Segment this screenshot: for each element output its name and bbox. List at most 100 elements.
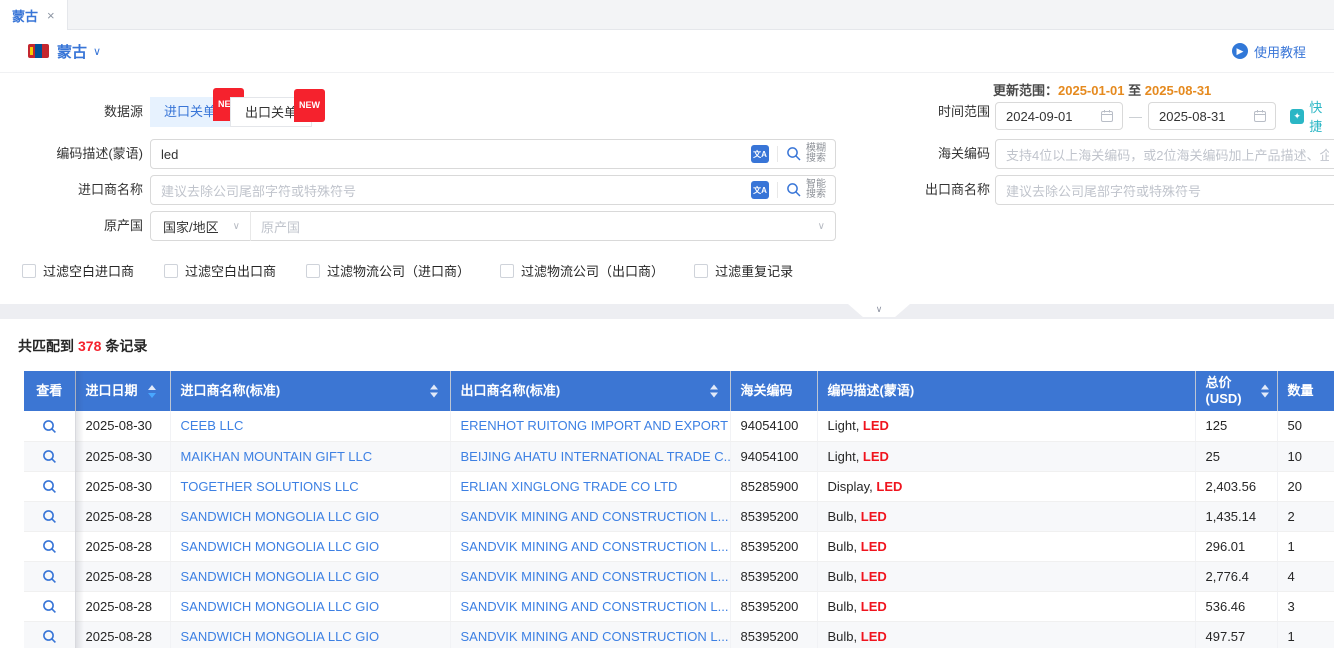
importer-link[interactable]: SANDWICH MONGOLIA LLC GIO [181,599,380,614]
sort-icon-exporter[interactable] [710,385,718,398]
smart-search-button[interactable]: 智能搜索 [786,180,835,201]
col-price[interactable]: 总价 (USD) [1195,371,1277,411]
importer-link[interactable]: SANDWICH MONGOLIA LLC GIO [181,509,380,524]
view-record-button[interactable] [42,569,57,584]
hs-code-label: 海关编码 [856,139,990,169]
cell-hs-code: 94054100 [730,441,817,471]
code-desc-input[interactable]: led 文A 模糊搜索 [150,139,836,169]
col-exporter[interactable]: 出口商名称(标准) [450,371,730,411]
translate-icon[interactable]: 文A [751,181,769,199]
country-selector-label[interactable]: 蒙古 [57,41,87,62]
quick-select-button[interactable]: ✦ 快捷 [1290,97,1334,135]
exporter-link[interactable]: SANDVIK MINING AND CONSTRUCTION L... [461,509,729,524]
checkbox[interactable] [694,264,708,278]
filter-checkbox[interactable]: 过滤空白进口商 [22,261,134,280]
col-view: 查看 [24,371,75,411]
filter-panel: 更新范围：2025-01-01 至 2025-08-31 数据源 进口关单 NE… [0,73,1334,304]
exporter-link[interactable]: SANDVIK MINING AND CONSTRUCTION L... [461,569,729,584]
checkbox[interactable] [500,264,514,278]
importer-input[interactable]: 建议去除公司尾部字符或特殊符号 文A 智能搜索 [150,175,836,205]
divider [777,146,778,162]
exporter-link[interactable]: SANDVIK MINING AND CONSTRUCTION L... [461,539,729,554]
filter-checkbox[interactable]: 过滤重复记录 [694,261,793,280]
tutorial-link[interactable]: ▶ 使用教程 [1232,42,1306,61]
chevron-down-icon[interactable]: ∨ [93,45,101,58]
filter-checkbox[interactable]: 过滤物流公司（进口商） [306,261,470,280]
date-to-input[interactable]: 2025-08-31 [1148,102,1276,130]
sort-icon-importer[interactable] [430,385,438,398]
desc-text: Light, [828,418,863,433]
origin-label: 原产国 [0,211,143,241]
col-import-date[interactable]: 进口日期 [75,371,170,411]
table-row: 2025-08-28 SANDWICH MONGOLIA LLC GIO SAN… [24,621,1334,648]
cell-quantity: 3 [1277,591,1334,621]
cell-description: Bulb, LED [817,621,1195,648]
summary-prefix: 共匹配到 [18,338,74,354]
importer-link[interactable]: TOGETHER SOLUTIONS LLC [181,479,359,494]
importer-link[interactable]: SANDWICH MONGOLIA LLC GIO [181,569,380,584]
view-record-button[interactable] [42,419,57,434]
origin-country-select[interactable]: 国家/地区 ∨ [151,217,250,236]
desc-keyword: LED [861,509,887,524]
table-row: 2025-08-28 SANDWICH MONGOLIA LLC GIO SAN… [24,531,1334,561]
page-tab-mongolia[interactable]: 蒙古 × [0,0,68,30]
cell-import-date: 2025-08-30 [75,411,170,441]
filter-checkbox[interactable]: 过滤物流公司（出口商） [500,261,664,280]
origin-control: 国家/地区 ∨ 原产国 ∨ [150,211,836,241]
sort-icon-price[interactable] [1261,385,1269,398]
hs-code-input[interactable]: 支持4位以上海关编码，或2位海关编码加上产品描述、企业名称 [995,139,1334,169]
tutorial-label: 使用教程 [1254,42,1306,61]
cell-total-price: 296.01 [1195,531,1277,561]
tab-import-declaration[interactable]: 进口关单 NEW [150,97,230,127]
collapse-panel-button[interactable]: ∨ [848,304,910,317]
quick-select-icon: ✦ [1290,109,1304,124]
cell-description: Bulb, LED [817,531,1195,561]
view-record-button[interactable] [42,449,57,464]
view-record-button[interactable] [42,479,57,494]
exporter-link[interactable]: SANDVIK MINING AND CONSTRUCTION L... [461,599,729,614]
view-record-button[interactable] [42,599,57,614]
fuzzy-search-button[interactable]: 模糊搜索 [786,144,835,165]
importer-placeholder: 建议去除公司尾部字符或特殊符号 [161,181,751,200]
calendar-icon [1253,109,1267,123]
importer-link[interactable]: MAIKHAN MOUNTAIN GIFT LLC [181,449,373,464]
update-range-label: 更新范围： [993,83,1058,98]
importer-link[interactable]: CEEB LLC [181,418,244,433]
importer-link[interactable]: SANDWICH MONGOLIA LLC GIO [181,539,380,554]
exporter-input[interactable]: 建议去除公司尾部字符或特殊符号 [995,175,1334,205]
tab-close-icon[interactable]: × [47,8,55,23]
checkbox[interactable] [306,264,320,278]
view-record-button[interactable] [42,509,57,524]
cell-import-date: 2025-08-28 [75,621,170,648]
checkbox[interactable] [164,264,178,278]
exporter-link[interactable]: ERLIAN XINGLONG TRADE CO LTD [461,479,678,494]
desc-keyword: LED [861,629,887,644]
importer-link[interactable]: SANDWICH MONGOLIA LLC GIO [181,629,380,644]
search-icon [786,146,802,162]
desc-keyword: LED [863,418,889,433]
cell-hs-code: 94054100 [730,411,817,441]
tab-export-declaration[interactable]: 出口关单 NEW [230,97,312,127]
cell-import-date: 2025-08-30 [75,441,170,471]
exporter-link[interactable]: BEIJING AHATU INTERNATIONAL TRADE C... [461,449,731,464]
checkbox[interactable] [22,264,36,278]
checkbox-label: 过滤重复记录 [715,261,793,280]
exporter-placeholder: 建议去除公司尾部字符或特殊符号 [1006,181,1201,200]
sort-icon-date[interactable] [148,385,156,398]
panel-strip: ∨ [0,304,1334,319]
translate-icon[interactable]: 文A [751,145,769,163]
calendar-icon [1100,109,1114,123]
exporter-link[interactable]: ERENHOT RUITONG IMPORT AND EXPORT ... [461,418,731,433]
view-record-button[interactable] [42,629,57,644]
origin-placeholder[interactable]: 原产国 [251,217,818,236]
date-from-input[interactable]: 2024-09-01 [995,102,1123,130]
table-row: 2025-08-30 CEEB LLC ERENHOT RUITONG IMPO… [24,411,1334,441]
cell-hs-code: 85395200 [730,561,817,591]
importer-label: 进口商名称 [0,175,143,205]
view-record-button[interactable] [42,539,57,554]
col-importer[interactable]: 进口商名称(标准) [170,371,450,411]
desc-text: Bulb, [828,599,861,614]
exporter-link[interactable]: SANDVIK MINING AND CONSTRUCTION L... [461,629,729,644]
filter-checkbox[interactable]: 过滤空白出口商 [164,261,276,280]
quick-select-label: 快捷 [1309,97,1334,135]
